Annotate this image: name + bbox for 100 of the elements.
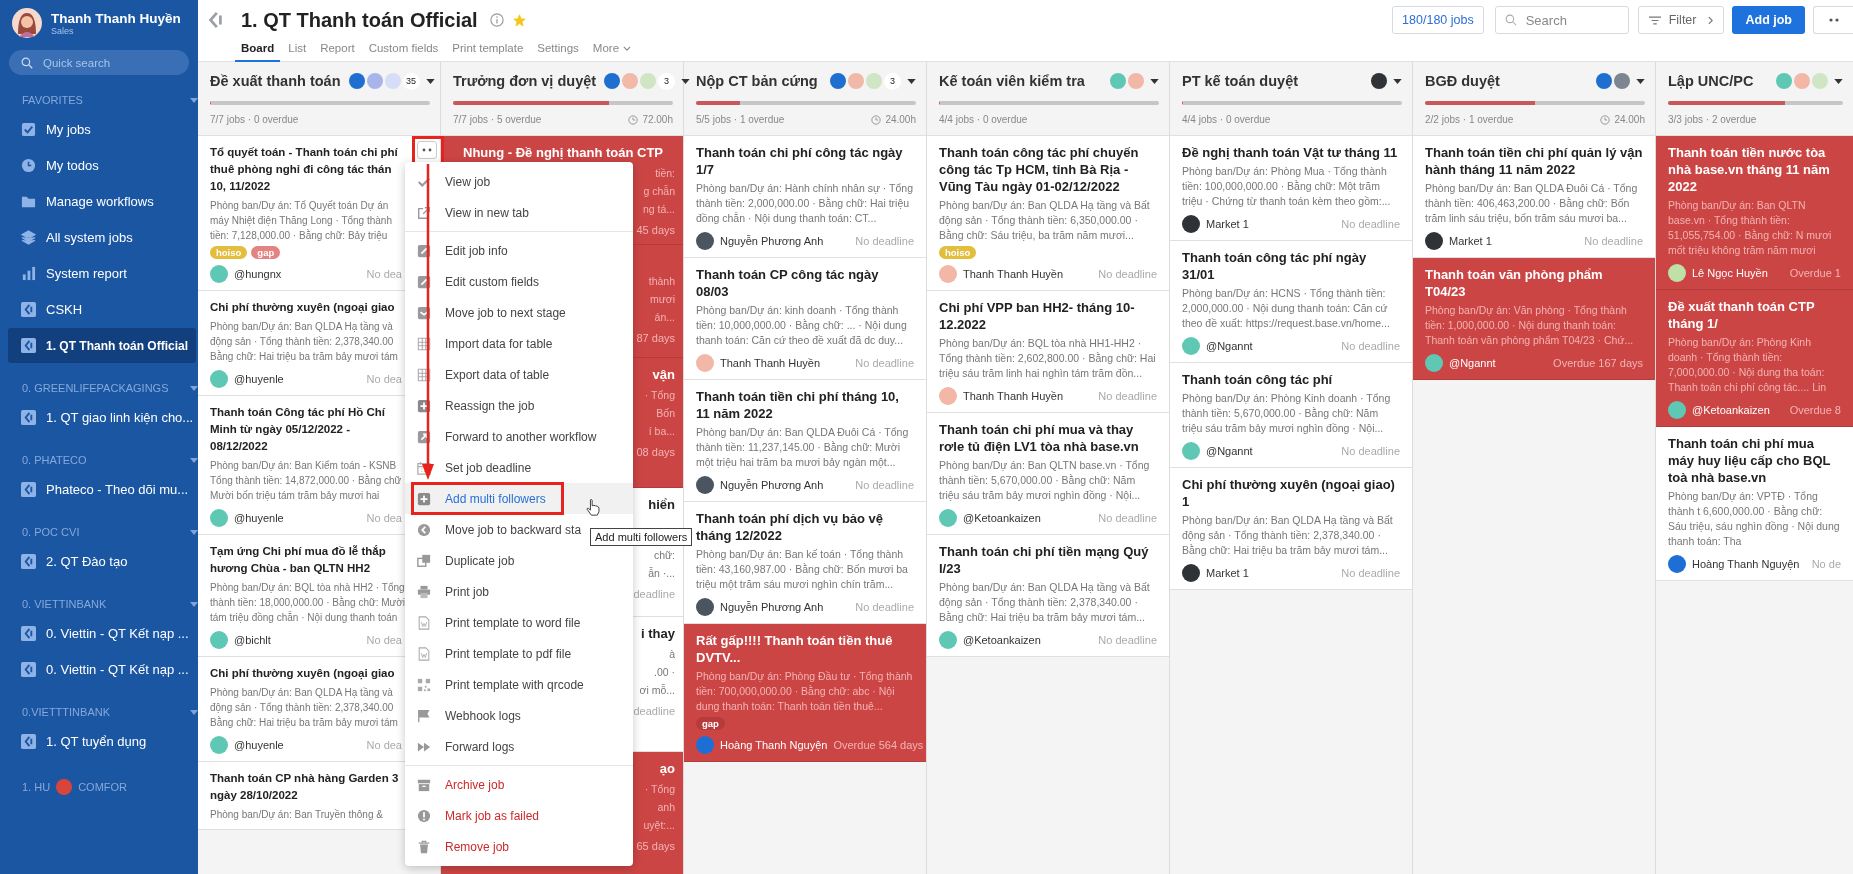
job-description: Phòng ban/Dự án: Phòng Mua · Tổng thành tiền: 100,000,000.00 · Bằng chữ: Một trăm triệu · Chứng từ thanh toán kèm theo gồm:... (1182, 164, 1392, 209)
job-title: Nhung - Đề nghị thanh toán CTP (463, 144, 665, 162)
job-description: Phòng ban/Dự án: Văn phòng · Tổng thành tiền: 1,000,000.00 · Nội dung thanh toán: Thanh toán văn phòng phẩm T04/23 · Chứ... (1425, 303, 1635, 348)
job-description: í ba... (648, 424, 675, 439)
due-status: No deadline (1584, 235, 1643, 247)
tag: gap (696, 717, 725, 730)
column-title: BGĐ duyệt (1425, 73, 1501, 89)
tooltip: Add multi followers (590, 528, 693, 546)
column-title: Đề xuất thanh toán (210, 73, 341, 89)
tag: gap (251, 246, 281, 259)
job-description: Phòng ban/Dự án: Hành chính nhân sự · Tổng thành tiền: 2,000,000.00 · Bằng chữ: Hai triệu đồng chẵn · Nội dung thanh toán: CT... (696, 181, 914, 226)
job-stats: 7/7 jobs · 5 overdue (453, 114, 543, 125)
job-stats: 4/4 jobs · 0 overdue (1182, 114, 1272, 125)
job-description: Phòng ban/Dự án: VPTĐ · Tổng thành t 6,600,000.00 · Bằng chữ: Sáu triệu, sáu nghìn đồng · Nội dung thanh toán: Tha (1668, 489, 1841, 549)
job-title: Minh từ ngày 05/12/2022 - (210, 422, 350, 437)
due-status: 45 days (636, 224, 675, 236)
job-description: Phòng ban/Dự án: BQL tòa nhà HH1-HH2 · Tổng thành tiền: 2,602,800.00 · Bằng chữ: Hai triệu sáu trăm linh hai nghìn tám trăm đồn... (939, 336, 1157, 381)
job-description: Phòng ban/Dự án: Phòng Đầu tư · Tổng thành tiền: 700,000,000.00 · Bằng chữ: abc · Nội dung thanh toán: Thanh toán tiền thuê... (696, 669, 914, 714)
job-title: hương Chùa - ban QLTN HH2 (210, 561, 371, 576)
job-description: .00 · (654, 665, 675, 680)
job-description: ơi mỗ... (639, 683, 675, 698)
job-title: Thanh toán công tác phí chuyến công tác Tp HCM, tỉnh Bà Rịa - Vũng Tàu ngày 01-02/12/2022 (939, 144, 1140, 195)
assignee-name: @huyenle (234, 373, 285, 385)
due-status: No deadline (855, 235, 914, 247)
job-description: Phòng ban/Dự án: Ban QLTN base.vn · Tổng thành tiền: 51,055,754.00 · Bằng chữ: N mươi mốt triệu không trăm năm mươi (1668, 198, 1833, 258)
job-description: Phòng ban/Dự án: Ban Kiểm toán - KSNB (210, 459, 397, 473)
job-description: Phòng ban/Dự án: Ban QLDA Đuôi Cá · Tổng thành tiền: 11,237,145.00 · Bằng chữ: Mười một triệu hai trăm ba mươi bảy ngàn một... (696, 425, 910, 470)
due-status: No dea (366, 739, 402, 751)
due-status: No de (1811, 558, 1841, 570)
job-description: Phòng ban/Dự án: Ban QLDA Hạ tầng và (210, 686, 393, 700)
job-description: g chẫn (643, 184, 675, 199)
job-description: thành (648, 274, 675, 289)
job-title: thuê phòng nghỉ đi công tác thán (210, 162, 392, 177)
due-status: No deadline (1098, 268, 1157, 280)
job-stats: 2/2 jobs · 1 overdue (1425, 114, 1515, 125)
due-status: 65 days (636, 840, 675, 852)
job-description: Phòng ban/Dự án: HCNS · Tổng thành tiền: 2,000,000.00 · Nội dung thanh toán: Căn cứ theo đề xuất: https://request.base.vn/home... (1182, 286, 1391, 331)
due-status: Overdue 8 (1789, 404, 1841, 416)
due-status: No deadline (1341, 567, 1400, 579)
job-title: Chi phí thường xuyên (ngoại giao (210, 300, 395, 316)
tag: hoiso (210, 246, 248, 259)
job-description: Phòng ban/Dự án: Phòng Kinh doanh · Tổng thành tiền: 5,670,000.00 · Bằng chữ: Năm triệu sáu trăm bảy mươi nghìn đồng · Nội... (1182, 391, 1392, 436)
due-status: No deadline (1098, 390, 1157, 402)
due-status: No dea (366, 634, 402, 646)
assignee-name: Market 1 (1449, 235, 1493, 247)
job-description: mươi (650, 292, 675, 307)
job-description: động sản · Tổng thành tiền: 2,378,340.00 (210, 701, 394, 715)
column-title: PT kế toán duyệt (1182, 73, 1300, 89)
section-title: COMFOR (78, 781, 127, 793)
assignee-name: Nguyễn Phương Anh (720, 479, 825, 491)
job-title: Thanh toán CP công tác ngày 08/03 (696, 266, 880, 300)
user-role: Sales (51, 25, 75, 36)
job-title: hiển (648, 496, 675, 514)
job-stats: 7/7 jobs · 0 overdue (210, 114, 300, 125)
assignee-name: Market 1 (1206, 218, 1250, 230)
due-status: deadline (633, 588, 675, 600)
job-title: Rất gấp!!!! Thanh toán tiền thuê DVTV... (696, 632, 894, 666)
job-description: Phòng ban/Dự án: Ban QLDA Hạ tầng và Bất động sản · Tổng thành tiền: 2,378,340.00 · Bằng chữ: Hai triệu ba trăm bảy mươi tám... (1182, 513, 1394, 558)
job-title: Chi phí thường xuyên (ngoại giao) 1 (1182, 476, 1396, 510)
job-description: · Tổng (644, 782, 675, 797)
job-title: Đề xuất thanh toán CTP tháng 1/ (1668, 298, 1816, 332)
time-limit: 24.00h (1614, 114, 1645, 125)
job-title: Thanh toán tiền chi phí quản lý vận hành tháng 11 năm 2022 (1425, 144, 1643, 178)
assignee-name: Nguyễn Phương Anh (720, 601, 825, 613)
job-description: Bằng chữ: Hai triệu ba trăm bảy mươi tám (210, 715, 398, 730)
job-title: Thanh toán Công tác phí Hồ Chí (210, 405, 386, 420)
job-stats: 5/5 jobs · 1 overdue (696, 114, 786, 125)
job-description: Phòng ban/Dự án: Ban QLDA Đuôi Cá · Tổng thành tiền: 406,463,200.00 · Bằng chữ: Bốn trăm linh sáu triệu, bốn trăm sáu mươi ba... (1425, 181, 1639, 226)
job-description: Phòng ban/Dự án: Ban QLTN base.vn · Tổng thành tiền: 5,670,000.00 · Bằng chữ: Năm triệu sáu trăm bảy mươi nghìn đồng · Nội... (939, 458, 1151, 503)
assignee-name: Hoàng Thanh Nguyện (1692, 558, 1801, 570)
due-status: No dea (366, 268, 402, 280)
assignee-name: Lê Ngọc Huyền (1692, 267, 1769, 279)
job-title: Thanh toán tiền nước tòa nhà base.vn tháng 11 năm 2022 (1668, 144, 1831, 195)
job-title: Chi phí thường xuyên (ngoại giao (210, 666, 395, 682)
job-title: 10, 11/2022 (210, 179, 271, 194)
column-title: Nộp CT bản cứng (696, 73, 819, 89)
due-status: No deadline (1341, 445, 1400, 457)
time-limit: 72.00h (642, 114, 673, 125)
due-status: 08 days (636, 446, 675, 458)
assignee-name: Market 1 (1206, 567, 1250, 579)
due-status: No deadline (1341, 218, 1400, 230)
page-title: 1. QT Thanh toán Official (241, 8, 478, 32)
due-status: No dea (366, 373, 402, 385)
job-description: động sản · Tổng thành tiền: 2,378,340.00 (210, 335, 394, 349)
job-description: tám triệu đồng chẵn · Nội dung thanh toán (210, 610, 398, 625)
assignee-name: Hoàng Thanh Nguyện (720, 739, 828, 751)
job-description: ẫn ·... (648, 566, 675, 581)
job-description: · Tổng (644, 388, 675, 403)
job-title: Thanh toán CP nhà hàng Garden 3 (210, 771, 399, 786)
job-description: à (669, 647, 675, 662)
column-title: Trưởng đơn vị duyệt (453, 73, 597, 89)
member-count: 3 (884, 72, 901, 90)
job-title: ngày 28/10/2022 (210, 788, 298, 803)
due-status: No deadline (855, 479, 914, 491)
job-description: Phòng ban/Dự án: Ban QLDA Hạ tầng và (210, 320, 393, 334)
job-title: Tổ quyết toán - Thanh toán chi phí (210, 145, 398, 160)
due-status: No deadline (1341, 340, 1400, 352)
job-title: vận (652, 366, 675, 384)
job-title: Thanh toán tiền chi phí tháng 10, 11 năm 2022 (696, 388, 900, 422)
job-description: Phòng ban/Dự án: BQL tòa nhà HH2 · Tổng (210, 581, 405, 595)
